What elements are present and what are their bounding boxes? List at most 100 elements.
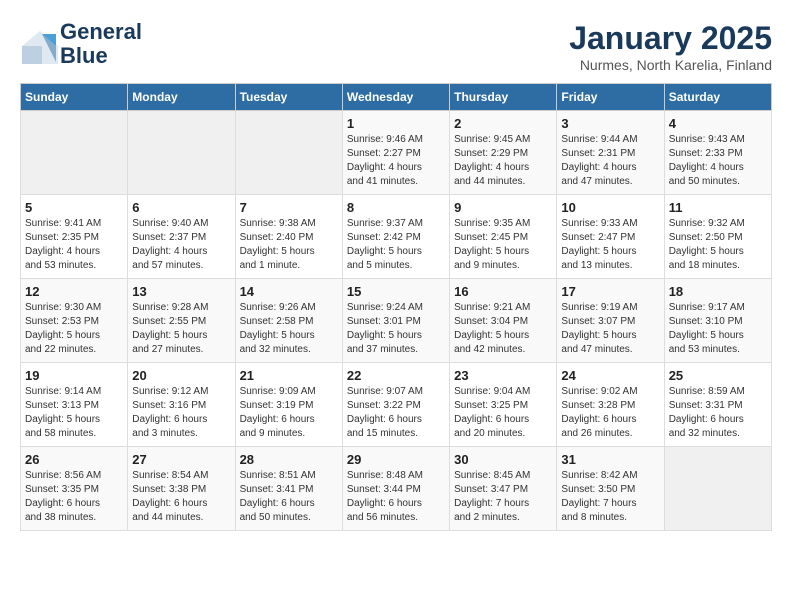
day-number: 5 [25,200,123,215]
calendar-cell: 30Sunrise: 8:45 AM Sunset: 3:47 PM Dayli… [450,447,557,531]
cell-details: Sunrise: 8:48 AM Sunset: 3:44 PM Dayligh… [347,469,445,525]
week-row-5: 26 Sunrise: 8:56 AM Sunset: 3:35 PM Dayli… [21,447,772,531]
day-number: 26 [25,452,123,467]
day-number: 14 [240,284,338,299]
day-number: 31 [561,452,659,467]
logo: General Blue [20,20,142,68]
day-number: 30 [454,452,552,467]
day-number: 16 [454,284,552,299]
calendar-cell: 29 Sunrise: 8:48 AM Sunset: 3:44 PM Dayli… [342,447,449,531]
cell-details: Sunrise: 9:24 AM Sunset: 3:01 PM Dayligh… [347,301,445,357]
calendar-cell: 25 Sunrise: 8:59 AM Sunset: 3:31 PM Dayli… [664,363,771,447]
calendar-cell: 8 Sunrise: 9:37 AM Sunset: 2:42 PM Daylig… [342,195,449,279]
cell-details: Sunrise: 9:12 AM Sunset: 3:16 PM Dayligh… [132,385,230,441]
title-block: January 2025 Nurmes, North Karelia, Finl… [569,20,772,73]
week-row-2: 5 Sunrise: 9:41 AM Sunset: 2:35 PM Daylig… [21,195,772,279]
day-number: 29 [347,452,445,467]
calendar-cell: 23 Sunrise: 9:04 AM Sunset: 3:25 PM Dayli… [450,363,557,447]
calendar-table: SundayMondayTuesdayWednesdayThursdayFrid… [20,83,772,531]
calendar-cell: 14 Sunrise: 9:26 AM Sunset: 2:58 PM Dayli… [235,279,342,363]
calendar-cell: 3Sunrise: 9:44 AM Sunset: 2:31 PM Daylig… [557,111,664,195]
cell-details: Sunrise: 8:51 AM Sunset: 3:41 PM Dayligh… [240,469,338,525]
calendar-cell: 27 Sunrise: 8:54 AM Sunset: 3:38 PM Dayli… [128,447,235,531]
day-number: 8 [347,200,445,215]
day-number: 22 [347,368,445,383]
page-title: January 2025 [569,20,772,57]
cell-details: Sunrise: 9:33 AM Sunset: 2:47 PM Dayligh… [561,217,659,273]
cell-details: Sunrise: 9:37 AM Sunset: 2:42 PM Dayligh… [347,217,445,273]
cell-details: Sunrise: 9:07 AM Sunset: 3:22 PM Dayligh… [347,385,445,441]
page-header: General Blue January 2025 Nurmes, North … [20,20,772,73]
cell-details: Sunrise: 9:35 AM Sunset: 2:45 PM Dayligh… [454,217,552,273]
day-number: 21 [240,368,338,383]
cell-details: Sunrise: 9:32 AM Sunset: 2:50 PM Dayligh… [669,217,767,273]
day-number: 20 [132,368,230,383]
calendar-cell: 10 Sunrise: 9:33 AM Sunset: 2:47 PM Dayli… [557,195,664,279]
cell-details: Sunrise: 9:21 AM Sunset: 3:04 PM Dayligh… [454,301,552,357]
week-row-4: 19 Sunrise: 9:14 AM Sunset: 3:13 PM Dayli… [21,363,772,447]
page-subtitle: Nurmes, North Karelia, Finland [569,57,772,73]
calendar-cell: 22 Sunrise: 9:07 AM Sunset: 3:22 PM Dayli… [342,363,449,447]
cell-details: Sunrise: 8:56 AM Sunset: 3:35 PM Dayligh… [25,469,123,525]
calendar-cell: 28 Sunrise: 8:51 AM Sunset: 3:41 PM Dayli… [235,447,342,531]
cell-details: Sunrise: 8:54 AM Sunset: 3:38 PM Dayligh… [132,469,230,525]
day-number: 12 [25,284,123,299]
cell-details: Sunrise: 9:02 AM Sunset: 3:28 PM Dayligh… [561,385,659,441]
calendar-cell: 31Sunrise: 8:42 AM Sunset: 3:50 PM Dayli… [557,447,664,531]
calendar-cell: 5 Sunrise: 9:41 AM Sunset: 2:35 PM Daylig… [21,195,128,279]
weekday-thursday: Thursday [450,84,557,111]
cell-details: Sunrise: 9:43 AM Sunset: 2:33 PM Dayligh… [669,133,767,189]
calendar-cell: 1 Sunrise: 9:46 AM Sunset: 2:27 PM Daylig… [342,111,449,195]
day-number: 19 [25,368,123,383]
cell-details: Sunrise: 8:59 AM Sunset: 3:31 PM Dayligh… [669,385,767,441]
weekday-monday: Monday [128,84,235,111]
cell-details: Sunrise: 9:46 AM Sunset: 2:27 PM Dayligh… [347,133,445,189]
calendar-cell: 2Sunrise: 9:45 AM Sunset: 2:29 PM Daylig… [450,111,557,195]
calendar-cell: 9 Sunrise: 9:35 AM Sunset: 2:45 PM Daylig… [450,195,557,279]
weekday-sunday: Sunday [21,84,128,111]
calendar-cell: 21Sunrise: 9:09 AM Sunset: 3:19 PM Dayli… [235,363,342,447]
day-number: 24 [561,368,659,383]
cell-details: Sunrise: 9:04 AM Sunset: 3:25 PM Dayligh… [454,385,552,441]
calendar-cell: 11 Sunrise: 9:32 AM Sunset: 2:50 PM Dayli… [664,195,771,279]
cell-details: Sunrise: 9:38 AM Sunset: 2:40 PM Dayligh… [240,217,338,273]
weekday-saturday: Saturday [664,84,771,111]
cell-details: Sunrise: 9:28 AM Sunset: 2:55 PM Dayligh… [132,301,230,357]
calendar-cell: 26 Sunrise: 8:56 AM Sunset: 3:35 PM Dayli… [21,447,128,531]
day-number: 10 [561,200,659,215]
calendar-cell: 4Sunrise: 9:43 AM Sunset: 2:33 PM Daylig… [664,111,771,195]
day-number: 7 [240,200,338,215]
day-number: 3 [561,116,659,131]
day-number: 9 [454,200,552,215]
cell-details: Sunrise: 9:45 AM Sunset: 2:29 PM Dayligh… [454,133,552,189]
logo-icon [20,26,56,62]
cell-details: Sunrise: 9:41 AM Sunset: 2:35 PM Dayligh… [25,217,123,273]
weekday-tuesday: Tuesday [235,84,342,111]
day-number: 15 [347,284,445,299]
calendar-cell [128,111,235,195]
calendar-cell: 16 Sunrise: 9:21 AM Sunset: 3:04 PM Dayli… [450,279,557,363]
day-number: 17 [561,284,659,299]
cell-details: Sunrise: 9:40 AM Sunset: 2:37 PM Dayligh… [132,217,230,273]
day-number: 23 [454,368,552,383]
calendar-cell: 20 Sunrise: 9:12 AM Sunset: 3:16 PM Dayli… [128,363,235,447]
cell-details: Sunrise: 9:17 AM Sunset: 3:10 PM Dayligh… [669,301,767,357]
calendar-cell [235,111,342,195]
weekday-wednesday: Wednesday [342,84,449,111]
calendar-cell: 13Sunrise: 9:28 AM Sunset: 2:55 PM Dayli… [128,279,235,363]
day-number: 27 [132,452,230,467]
calendar-cell: 15 Sunrise: 9:24 AM Sunset: 3:01 PM Dayli… [342,279,449,363]
day-number: 25 [669,368,767,383]
day-number: 1 [347,116,445,131]
cell-details: Sunrise: 9:14 AM Sunset: 3:13 PM Dayligh… [25,385,123,441]
calendar-cell: 17 Sunrise: 9:19 AM Sunset: 3:07 PM Dayli… [557,279,664,363]
cell-details: Sunrise: 9:19 AM Sunset: 3:07 PM Dayligh… [561,301,659,357]
day-number: 28 [240,452,338,467]
day-number: 11 [669,200,767,215]
calendar-cell: 18Sunrise: 9:17 AM Sunset: 3:10 PM Dayli… [664,279,771,363]
week-row-3: 12Sunrise: 9:30 AM Sunset: 2:53 PM Dayli… [21,279,772,363]
calendar-cell: 6 Sunrise: 9:40 AM Sunset: 2:37 PM Daylig… [128,195,235,279]
day-number: 6 [132,200,230,215]
calendar-cell: 7 Sunrise: 9:38 AM Sunset: 2:40 PM Daylig… [235,195,342,279]
cell-details: Sunrise: 9:26 AM Sunset: 2:58 PM Dayligh… [240,301,338,357]
